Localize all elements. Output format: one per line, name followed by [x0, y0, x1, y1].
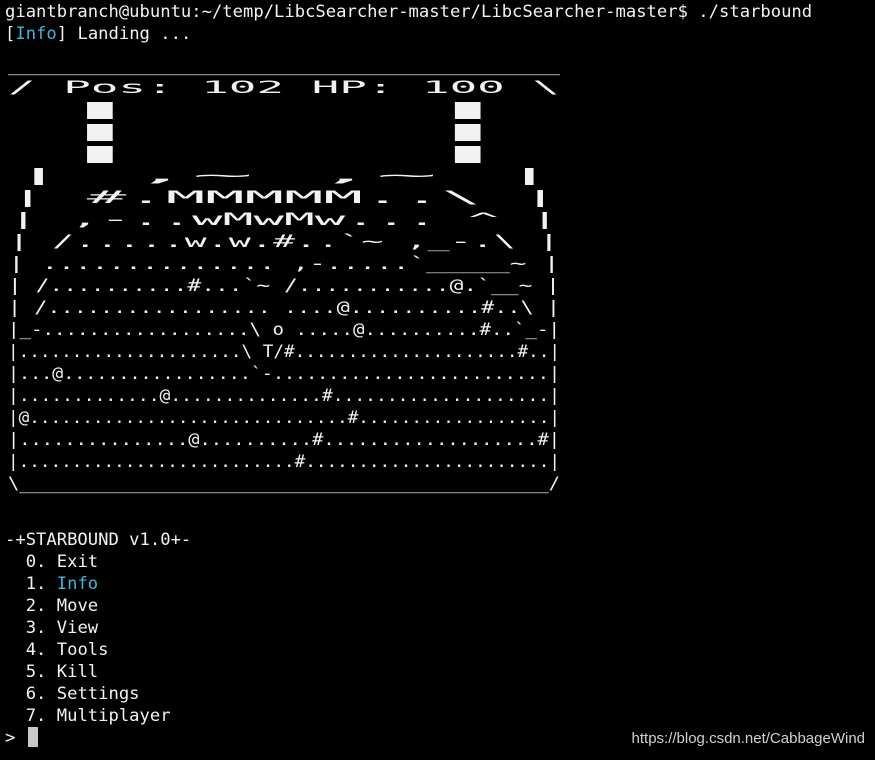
menu-item-number: 6. — [5, 684, 57, 704]
status-tag-info: Info — [15, 24, 57, 44]
ascii-art-line: / Pos: 102 HP: 100 \ — [8, 78, 560, 98]
status-open-bracket: [ — [5, 24, 16, 44]
menu-item-label: Move — [56, 596, 99, 616]
menu-item-kill[interactable]: 5. Kill — [5, 661, 98, 683]
menu-item-number: 3. — [5, 618, 57, 638]
menu-item-label: Info — [56, 574, 99, 594]
watermark: https://blog.csdn.net/CabbageWind — [631, 730, 865, 747]
ascii-art-line: | /................. ....@..........#..\… — [8, 298, 560, 318]
ascii-art-line: | ,~ ,~ | — [8, 166, 560, 186]
menu-item-number: 4. — [5, 640, 57, 660]
prompt-symbol: > — [5, 728, 26, 748]
ascii-art-line: |@..............................#.......… — [8, 408, 560, 428]
ascii-art-line: | /..........#...`~ /...........@.`__~ | — [8, 276, 560, 296]
menu-item-exit[interactable]: 0. Exit — [5, 551, 98, 573]
menu-item-number: 5. — [5, 662, 57, 682]
status-line: [Info] Landing ... — [5, 23, 191, 45]
ascii-art-line: \_______________________________________… — [8, 474, 560, 494]
menu-item-number: 2. — [5, 596, 57, 616]
ascii-art-line: | | — [8, 144, 560, 164]
menu-item-tools[interactable]: 4. Tools — [5, 639, 109, 661]
ascii-art-line: |.....................\ T/#.............… — [8, 342, 560, 362]
ascii-art-line: | | — [8, 100, 560, 120]
ascii-map-art: ________________________________________… — [8, 56, 561, 494]
menu-item-number: 7. — [5, 706, 57, 726]
ascii-art-line: |...@.................`-................… — [8, 364, 560, 384]
menu-item-label: Exit — [56, 552, 99, 572]
menu-item-info[interactable]: 1. Info — [5, 573, 98, 595]
menu-item-label: Multiplayer — [56, 706, 171, 726]
ascii-art-line: ________________________________________… — [8, 56, 561, 76]
ascii-art-line: | #.MMMMM..\ | — [8, 188, 560, 208]
menu-item-number: 1. — [5, 574, 57, 594]
text-cursor[interactable] — [27, 727, 38, 747]
ascii-art-line: | /.....w.w.#..`~ ,_-.\ | — [8, 232, 560, 252]
menu-item-label: View — [56, 618, 99, 638]
menu-item-settings[interactable]: 6. Settings — [5, 683, 140, 705]
status-message: Landing ... — [67, 24, 192, 44]
menu-item-move[interactable]: 2. Move — [5, 595, 98, 617]
menu-item-view[interactable]: 3. View — [5, 617, 98, 639]
menu-item-number: 0. — [5, 552, 57, 572]
menu-item-label: Kill — [56, 662, 99, 682]
ascii-art-line: | ,-..wMwMw... ^ | — [8, 210, 560, 230]
status-close-bracket: ] — [56, 24, 68, 44]
menu-item-label: Tools — [56, 640, 109, 660]
ascii-art-line: |_-..................\ o .....@.........… — [8, 320, 560, 340]
menu-title: -+STARBOUND v1.0+- — [5, 530, 192, 550]
input-prompt-line[interactable]: > — [5, 727, 38, 749]
menu-item-multiplayer[interactable]: 7. Multiplayer — [5, 705, 171, 727]
ascii-art-line: |...............@..........#............… — [8, 430, 560, 450]
terminal-window[interactable]: giantbranch@ubuntu:~/temp/LibcSearcher-m… — [0, 0, 875, 760]
ascii-art-line: | .............. ,-.....`_____~ | — [8, 254, 560, 274]
ascii-art-line: | | — [8, 122, 560, 142]
menu-item-label: Settings — [56, 684, 140, 704]
ascii-art-line: |.............@..............#..........… — [8, 386, 560, 406]
command-line: giantbranch@ubuntu:~/temp/LibcSearcher-m… — [5, 2, 813, 22]
ascii-art-line: |..........................#............… — [8, 452, 560, 472]
